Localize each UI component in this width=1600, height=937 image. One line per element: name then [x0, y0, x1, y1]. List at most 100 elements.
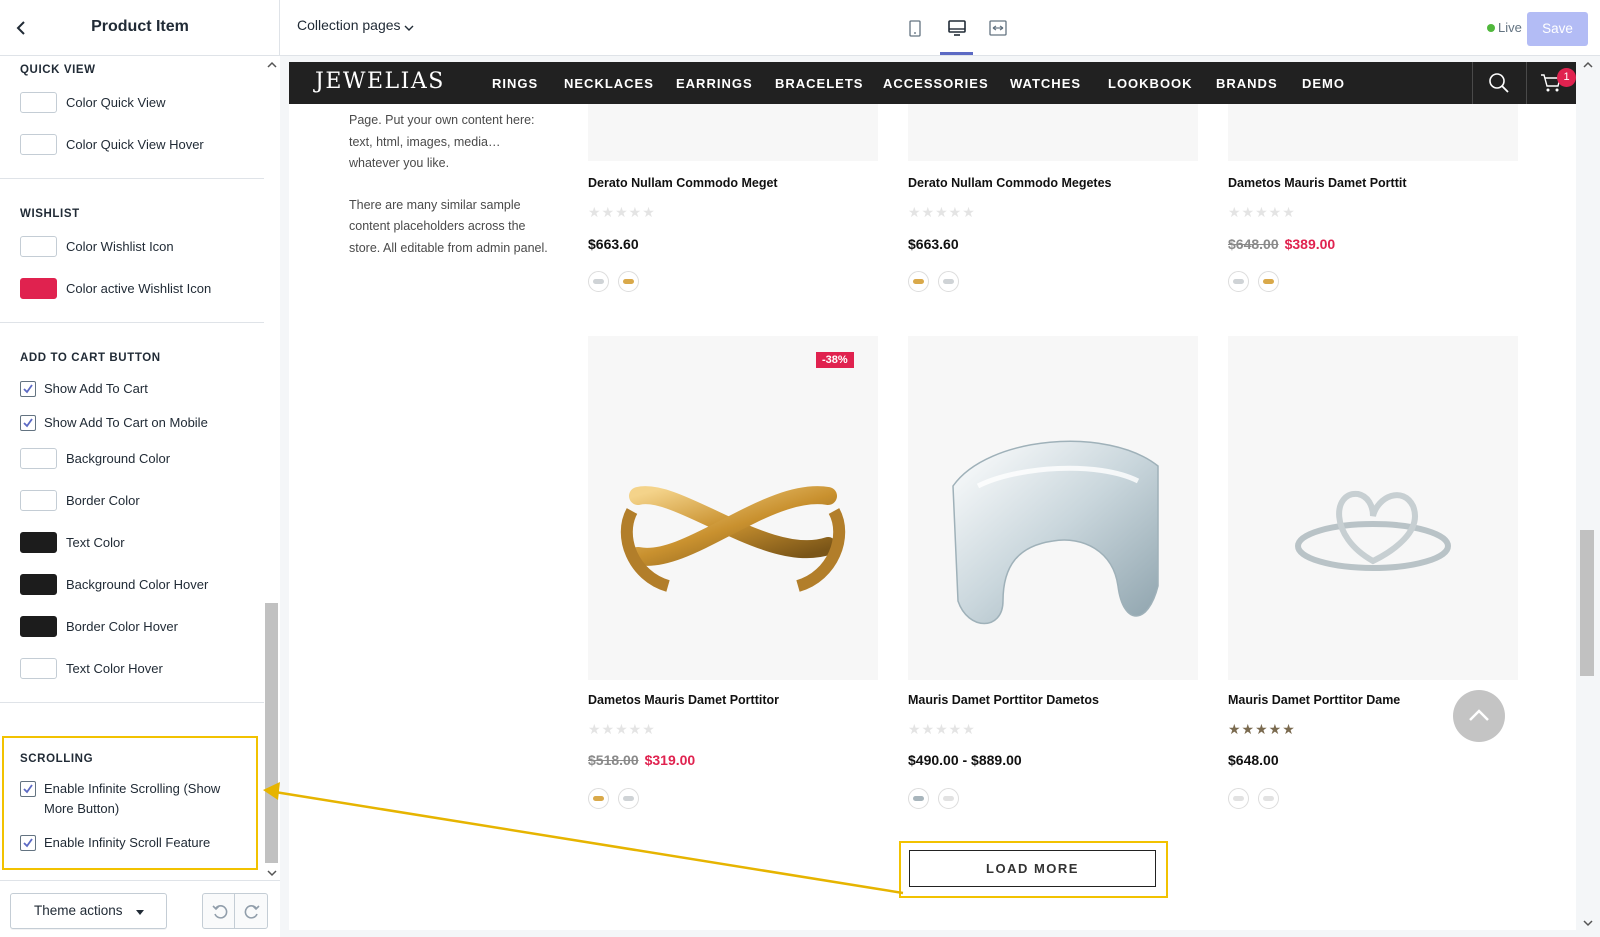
color-swatch-text[interactable]: [20, 532, 57, 553]
variant-thumb[interactable]: [938, 788, 959, 809]
rating-stars: ★★★★★: [588, 204, 656, 220]
color-swatch-wishlist-icon[interactable]: [20, 236, 57, 257]
color-swatch-text-hover[interactable]: [20, 658, 57, 679]
variant-thumb[interactable]: [1228, 271, 1249, 292]
product-price: $518.00 $319.00: [588, 752, 695, 768]
variant-thumb[interactable]: [908, 788, 929, 809]
intro-paragraph: There are many similar sample content pl…: [349, 197, 548, 255]
color-swatch-quick-view-hover[interactable]: [20, 134, 57, 155]
variant-thumb[interactable]: [1258, 271, 1279, 292]
undo-icon: [212, 905, 228, 919]
product-name[interactable]: Dametos Mauris Damet Porttit: [1228, 176, 1407, 190]
variant-thumb[interactable]: [618, 271, 639, 292]
sidebar-title: Product Item: [91, 18, 189, 35]
variant-thumb[interactable]: [1228, 788, 1249, 809]
nav-item-bracelets[interactable]: BRACELETS: [775, 76, 863, 91]
nav-item-watches[interactable]: WATCHES: [1010, 76, 1081, 91]
product-name[interactable]: Mauris Damet Porttitor Dame: [1228, 693, 1400, 707]
product-price: $663.60: [588, 236, 639, 252]
product-name[interactable]: Dametos Mauris Damet Porttitor: [588, 693, 779, 707]
page-type-select[interactable]: Collection pages: [297, 17, 401, 33]
setting-label: Color Wishlist Icon: [66, 239, 174, 254]
old-price: $648.00: [1228, 236, 1279, 252]
section-divider: [0, 178, 264, 179]
store-preview: JEWELIAS RINGS NECKLACES EARRINGS BRACEL…: [289, 62, 1581, 930]
nav-divider: [1526, 62, 1527, 104]
nav-item-rings[interactable]: RINGS: [492, 76, 538, 91]
nav-item-necklaces[interactable]: NECKLACES: [564, 76, 654, 91]
undo-button[interactable]: [202, 893, 235, 929]
product-name[interactable]: Mauris Damet Porttitor Dametos: [908, 693, 1099, 707]
mobile-icon[interactable]: [903, 16, 927, 40]
chevron-down-icon[interactable]: [1582, 916, 1594, 934]
variant-thumb[interactable]: [1258, 788, 1279, 809]
product-image[interactable]: [1228, 104, 1518, 161]
setting-label: Text Color: [66, 535, 125, 550]
nav-item-lookbook[interactable]: LOOKBOOK: [1108, 76, 1193, 91]
store-logo[interactable]: JEWELIAS: [315, 69, 445, 94]
chevron-down-icon[interactable]: [266, 866, 278, 878]
product-price: $663.60: [908, 236, 959, 252]
old-price: $518.00: [588, 752, 639, 768]
variant-thumb[interactable]: [588, 788, 609, 809]
checkbox-label: Show Add To Cart: [44, 381, 148, 396]
color-swatch-background-hover[interactable]: [20, 574, 57, 595]
save-button[interactable]: Save: [1527, 12, 1588, 46]
chevron-up-icon[interactable]: [1582, 58, 1594, 76]
nav-divider: [1472, 62, 1473, 104]
product-name[interactable]: Derato Nullam Commodo Meget: [588, 176, 778, 190]
fullscreen-icon[interactable]: [986, 16, 1010, 40]
nav-item-earrings[interactable]: EARRINGS: [676, 76, 753, 91]
rating-stars: ★★★★★: [908, 721, 976, 737]
chevron-down-icon[interactable]: [404, 20, 414, 38]
color-swatch-active-wishlist[interactable]: [20, 278, 57, 299]
sidebar-scrollbar-thumb[interactable]: [265, 603, 278, 863]
product-price: $490.00 - $889.00: [908, 752, 1022, 768]
color-swatch-background[interactable]: [20, 448, 57, 469]
intro-paragraph: Page. Put your own content here: text, h…: [349, 113, 535, 170]
color-swatch-border[interactable]: [20, 490, 57, 511]
product-name[interactable]: Derato Nullam Commodo Megetes: [908, 176, 1112, 190]
live-status-dot: [1487, 24, 1495, 32]
scroll-to-top-button[interactable]: [1453, 690, 1505, 742]
setting-label: Text Color Hover: [66, 661, 163, 676]
desktop-icon[interactable]: [945, 16, 969, 40]
theme-actions-button[interactable]: Theme actions: [10, 893, 167, 929]
color-swatch-border-hover[interactable]: [20, 616, 57, 637]
variant-thumb[interactable]: [938, 271, 959, 292]
load-more-button[interactable]: LOAD MORE: [909, 850, 1156, 887]
chevron-up-icon[interactable]: [266, 58, 278, 70]
redo-button[interactable]: [234, 893, 268, 929]
nav-item-demo[interactable]: DEMO: [1302, 76, 1345, 91]
rating-stars: ★★★★★: [588, 721, 656, 737]
variant-thumb[interactable]: [908, 271, 929, 292]
theme-settings-sidebar: Product Item QUICK VIEW Color Quick View…: [0, 0, 280, 937]
product-image[interactable]: [1228, 336, 1518, 680]
product-image[interactable]: [908, 104, 1198, 161]
caret-down-icon: [136, 910, 144, 915]
sidebar-footer: Theme actions: [0, 880, 280, 937]
preview-scrollbar[interactable]: [1576, 56, 1600, 937]
theme-actions-label: Theme actions: [34, 903, 123, 918]
checkbox-show-add-to-cart[interactable]: [20, 381, 36, 397]
color-swatch-quick-view[interactable]: [20, 92, 57, 113]
discount-badge: -38%: [816, 352, 854, 368]
setting-label: Border Color: [66, 493, 140, 508]
rating-stars: ★★★★★: [1228, 204, 1296, 220]
product-image[interactable]: [908, 336, 1198, 680]
search-icon[interactable]: [1488, 72, 1510, 99]
product-image[interactable]: [588, 336, 878, 680]
collection-intro-text: Page. Put your own content here: text, h…: [349, 110, 549, 259]
section-title-wishlist: WISHLIST: [20, 208, 80, 220]
scrolling-highlight-box: [2, 736, 258, 870]
preview-scrollbar-thumb[interactable]: [1580, 530, 1594, 676]
product-image[interactable]: [588, 104, 878, 161]
store-navigation: JEWELIAS RINGS NECKLACES EARRINGS BRACEL…: [289, 62, 1581, 104]
live-status-label: Live: [1498, 20, 1522, 35]
nav-item-brands[interactable]: BRANDS: [1216, 76, 1278, 91]
variant-thumb[interactable]: [618, 788, 639, 809]
nav-item-accessories[interactable]: ACCESSORIES: [883, 76, 989, 91]
variant-thumb[interactable]: [588, 271, 609, 292]
checkbox-show-add-to-cart-mobile[interactable]: [20, 415, 36, 431]
heart-ring-image: [1295, 490, 1451, 571]
